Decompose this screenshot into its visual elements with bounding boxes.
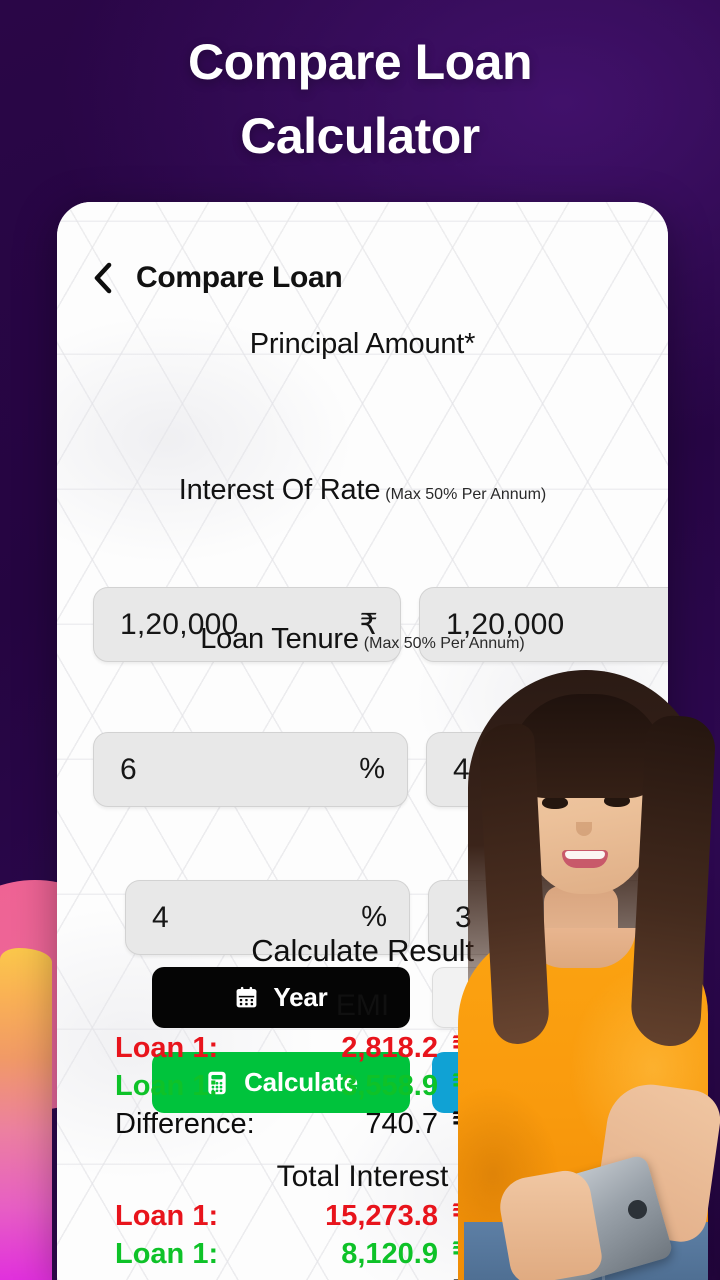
chevron-left-icon[interactable]	[90, 262, 116, 294]
total-interest-row-2-label: Loan 1:	[115, 1238, 219, 1270]
model-teeth	[565, 851, 605, 859]
decorative-gradient-ribbon	[0, 948, 52, 1280]
interest-rate-label: Interest Of Rate (Max 50% Per Annum)	[57, 474, 668, 507]
percent-symbol-icon: %	[359, 753, 385, 785]
principal-amount-label: Principal Amount*	[57, 328, 668, 361]
emi-row-2-amount: 3,558.9	[341, 1070, 438, 1102]
interest-rate-input-1[interactable]: 6 %	[93, 732, 408, 807]
emi-row-2-label: Loan 1:	[115, 1070, 219, 1102]
interest-rate-hint: (Max 50% Per Annum)	[385, 486, 547, 503]
loan-tenure-label-text: Loan Tenure	[200, 623, 359, 655]
app-bar: Compare Loan	[57, 252, 668, 304]
loan-tenure-value-1: 4	[152, 900, 169, 934]
total-interest-row-2-amount: 8,120.9	[341, 1238, 438, 1270]
emi-difference-amount: 740.7	[365, 1108, 438, 1140]
total-interest-difference-label: Diff	[115, 1276, 283, 1280]
interest-rate-label-text: Interest Of Rate	[178, 474, 381, 506]
emi-difference-label: Difference:	[115, 1108, 255, 1140]
total-interest-difference-amount: 7152.9	[283, 1276, 438, 1280]
emi-row-1-amount: 2,818.2	[341, 1032, 438, 1064]
emi-row-1-label: Loan 1:	[115, 1032, 219, 1064]
total-interest-row-1-label: Loan 1:	[115, 1200, 219, 1232]
page-title-line-1: Compare Loan	[187, 34, 533, 90]
principal-amount-label-text: Principal Amount*	[249, 328, 476, 360]
total-interest-row-1-amount: 15,273.8	[325, 1200, 438, 1232]
interest-rate-value-1: 6	[120, 752, 137, 786]
model-photo	[452, 654, 720, 1280]
page-title-line-2: Calculator	[240, 107, 480, 164]
loan-tenure-label: Loan Tenure (Max 50% Per Annum)	[57, 623, 668, 656]
app-bar-title: Compare Loan	[136, 261, 343, 294]
percent-symbol-icon: %	[361, 901, 387, 933]
page-title: Compare Loan Calculator	[0, 26, 720, 173]
loan-tenure-hint: (Max 50% Per Annum)	[363, 635, 525, 652]
